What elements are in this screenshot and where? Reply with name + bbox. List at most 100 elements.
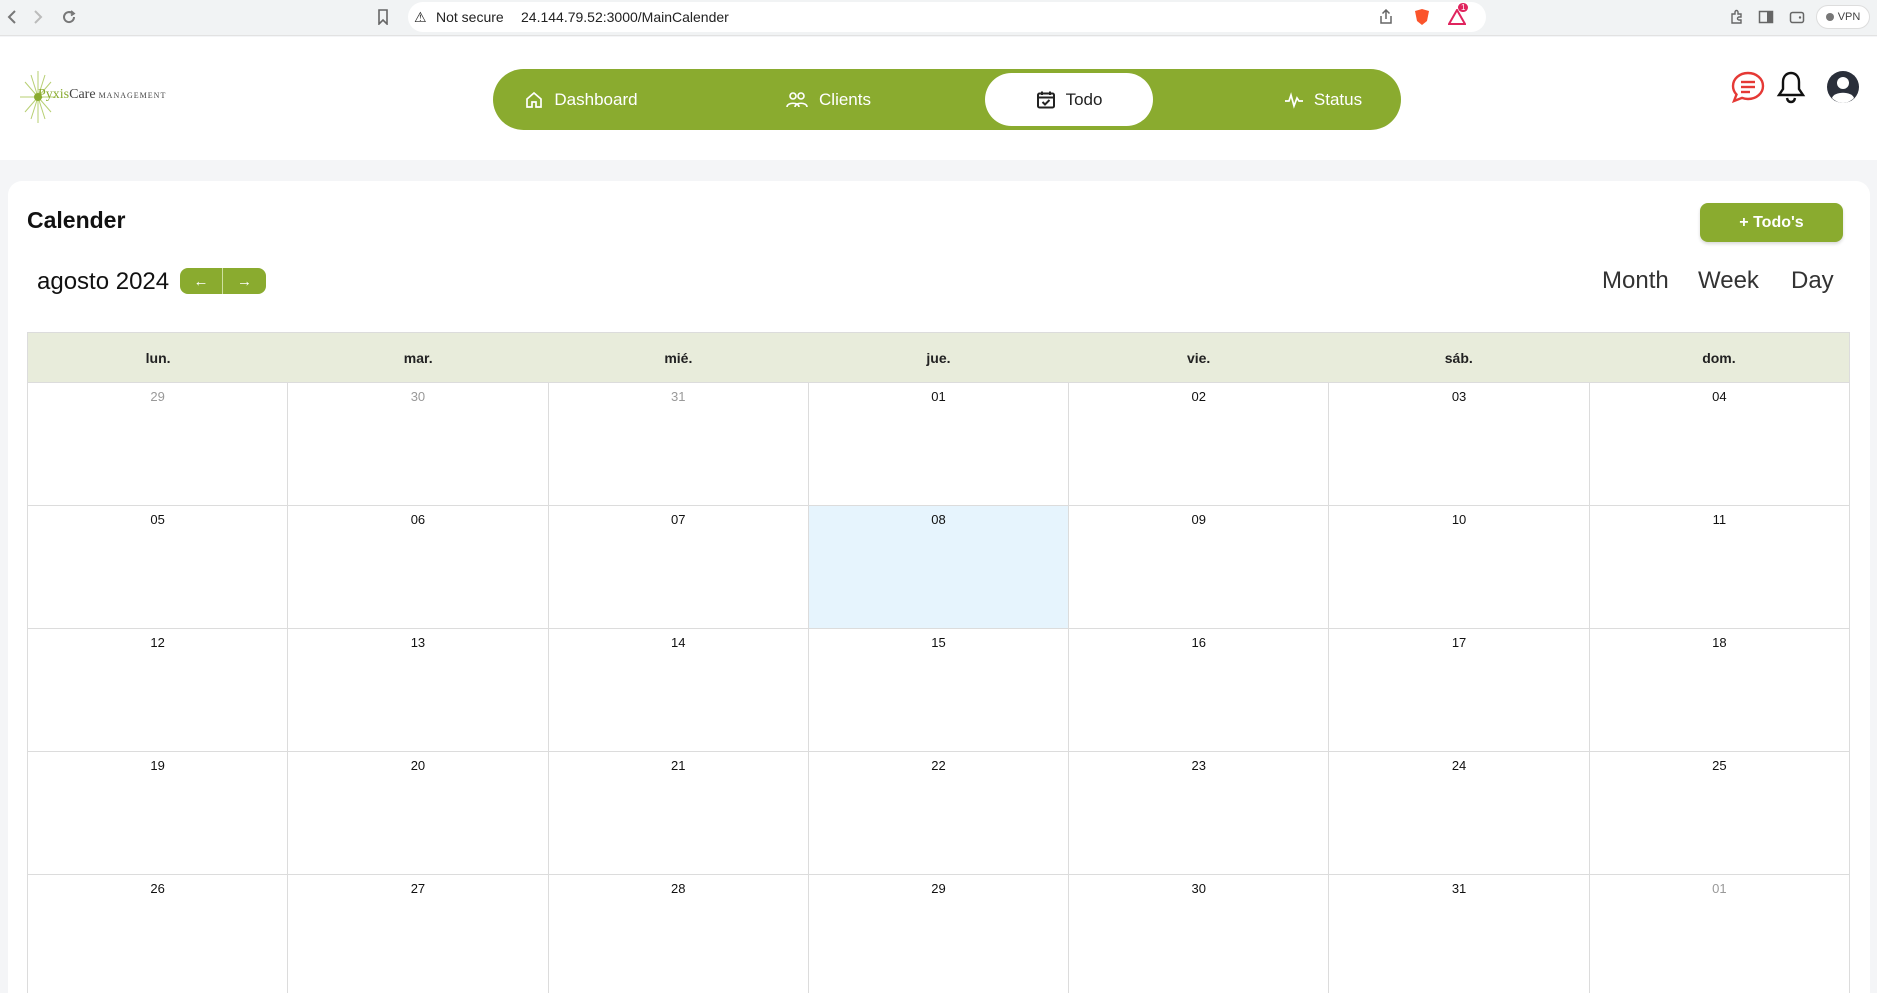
- user-avatar-icon[interactable]: [1825, 69, 1861, 105]
- day-number: 15: [931, 635, 946, 650]
- calendar-day[interactable]: 25: [1588, 752, 1850, 875]
- calendar-day[interactable]: 22: [807, 752, 1069, 875]
- calendar-day[interactable]: 23: [1068, 752, 1329, 875]
- day-number: 05: [150, 512, 165, 527]
- day-number: 29: [931, 881, 946, 896]
- nav-status-label: Status: [1313, 89, 1363, 109]
- calendar-day[interactable]: 29: [27, 383, 288, 506]
- calendar-day[interactable]: 06: [287, 506, 548, 629]
- calendar-day[interactable]: 19: [27, 752, 288, 875]
- brand-care: Care: [69, 87, 96, 102]
- calendar-day[interactable]: 01: [807, 383, 1069, 506]
- calendar-day[interactable]: 28: [547, 875, 808, 993]
- calendar-week-row: 19 20 21 22 23 24 25: [27, 752, 1850, 875]
- calendar-day[interactable]: 24: [1328, 752, 1589, 875]
- notification-count: 1: [1458, 3, 1469, 12]
- calendar-day[interactable]: 14: [547, 629, 808, 752]
- brand-pyxis: Pyxis: [38, 87, 70, 102]
- calendar-card: Calender + Todo's agosto 2024 ← → Month …: [8, 181, 1870, 993]
- vpn-label: VPN: [1837, 11, 1861, 23]
- calendar-check-icon: [1036, 91, 1055, 108]
- chat-icon[interactable]: [1730, 69, 1766, 105]
- add-todo-button[interactable]: + Todo's: [1700, 203, 1843, 242]
- view-week-button[interactable]: Week: [1698, 267, 1759, 295]
- day-number: 18: [1712, 635, 1727, 650]
- day-number: 08: [931, 512, 946, 527]
- address-bar[interactable]: ⚠ Not secure 24.144.79.52:3000/MainCalen…: [408, 2, 1486, 32]
- weekday-header: sáb.: [1444, 349, 1473, 366]
- vpn-button[interactable]: VPN: [1816, 5, 1870, 29]
- day-number: 02: [1191, 389, 1206, 404]
- share-icon[interactable]: [1377, 8, 1395, 26]
- brave-rewards-icon[interactable]: 1: [1448, 3, 1469, 26]
- weekday-header-row: lun. mar. mié. jue. vie. sáb. dom.: [27, 332, 1850, 383]
- next-month-button[interactable]: →: [223, 268, 266, 294]
- day-number: 27: [410, 881, 426, 896]
- day-number: 30: [1191, 881, 1206, 896]
- weekday-header: mié.: [664, 349, 693, 366]
- calendar-day[interactable]: 11: [1588, 506, 1850, 629]
- calendar-day[interactable]: 02: [1068, 383, 1329, 506]
- day-number: 03: [1451, 389, 1467, 404]
- calendar-week-row: 12 13 14 15 16 17 18: [27, 629, 1850, 752]
- bookmark-icon[interactable]: [374, 8, 392, 26]
- nav-status[interactable]: Status: [1273, 73, 1373, 126]
- wallet-icon[interactable]: [1788, 8, 1806, 26]
- page-title: Calender: [27, 207, 126, 233]
- url-text[interactable]: 24.144.79.52:3000/MainCalender: [521, 9, 729, 25]
- day-number: 29: [150, 389, 165, 404]
- warning-icon: ⚠: [414, 9, 427, 25]
- view-day-button[interactable]: Day: [1791, 267, 1834, 295]
- calendar-day[interactable]: 16: [1068, 629, 1329, 752]
- calendar-day[interactable]: 07: [547, 506, 808, 629]
- calendar-day[interactable]: 29: [807, 875, 1068, 993]
- calendar-week-row: 26 27 28 29 30 31 01: [27, 875, 1850, 993]
- month-label: agosto 2024: [37, 268, 170, 295]
- calendar-day[interactable]: 18: [1588, 629, 1850, 752]
- calendar-day[interactable]: 09: [1068, 506, 1329, 629]
- reload-icon[interactable]: [59, 7, 79, 27]
- calendar-day[interactable]: 30: [1068, 875, 1328, 993]
- prev-month-button[interactable]: ←: [180, 268, 223, 294]
- view-month-button[interactable]: Month: [1602, 267, 1669, 295]
- calendar-day[interactable]: 13: [287, 629, 548, 752]
- pyxis-care-logo[interactable]: PyxisCare MANAGEMENT: [18, 67, 178, 127]
- calendar-day[interactable]: 04: [1588, 383, 1850, 506]
- nav-clients[interactable]: Clients: [778, 73, 878, 126]
- nav-dashboard[interactable]: Dashboard: [521, 73, 641, 126]
- calendar-day-today[interactable]: 08: [807, 506, 1069, 629]
- nav-todo[interactable]: Todo: [985, 73, 1153, 126]
- weekday-header: mar.: [403, 349, 433, 366]
- day-number: 13: [410, 635, 426, 650]
- day-number: 21: [670, 758, 686, 773]
- bell-icon[interactable]: [1773, 69, 1809, 105]
- calendar-day[interactable]: 17: [1328, 629, 1589, 752]
- calendar-day[interactable]: 31: [547, 383, 808, 506]
- extensions-icon[interactable]: [1728, 8, 1746, 26]
- calendar-day[interactable]: 21: [547, 752, 808, 875]
- day-number: 20: [410, 758, 426, 773]
- calendar-day[interactable]: 31: [1328, 875, 1588, 993]
- activity-icon: [1284, 91, 1303, 109]
- brave-shield-icon[interactable]: [1413, 8, 1431, 26]
- calendar-day[interactable]: 05: [27, 506, 288, 629]
- calendar-day[interactable]: 01: [1588, 875, 1850, 993]
- calendar-day[interactable]: 20: [287, 752, 548, 875]
- calendar-day[interactable]: 12: [27, 629, 288, 752]
- browser-toolbar: ⚠ Not secure 24.144.79.52:3000/MainCalen…: [0, 0, 1877, 36]
- day-number: 31: [670, 389, 686, 404]
- calendar-day[interactable]: 10: [1328, 506, 1589, 629]
- calendar-day[interactable]: 15: [807, 629, 1069, 752]
- calendar-day[interactable]: 30: [287, 383, 548, 506]
- day-number: 01: [1712, 881, 1727, 896]
- day-number: 04: [1712, 389, 1727, 404]
- day-number: 06: [410, 512, 426, 527]
- forward-icon[interactable]: [28, 7, 48, 27]
- nav-dashboard-label: Dashboard: [554, 89, 638, 109]
- calendar-day[interactable]: 03: [1328, 383, 1589, 506]
- calendar-day[interactable]: 27: [287, 875, 547, 993]
- back-icon[interactable]: [2, 7, 22, 27]
- calendar-day[interactable]: 26: [27, 875, 287, 993]
- sidebar-icon[interactable]: [1757, 8, 1775, 26]
- day-number: 07: [670, 512, 686, 527]
